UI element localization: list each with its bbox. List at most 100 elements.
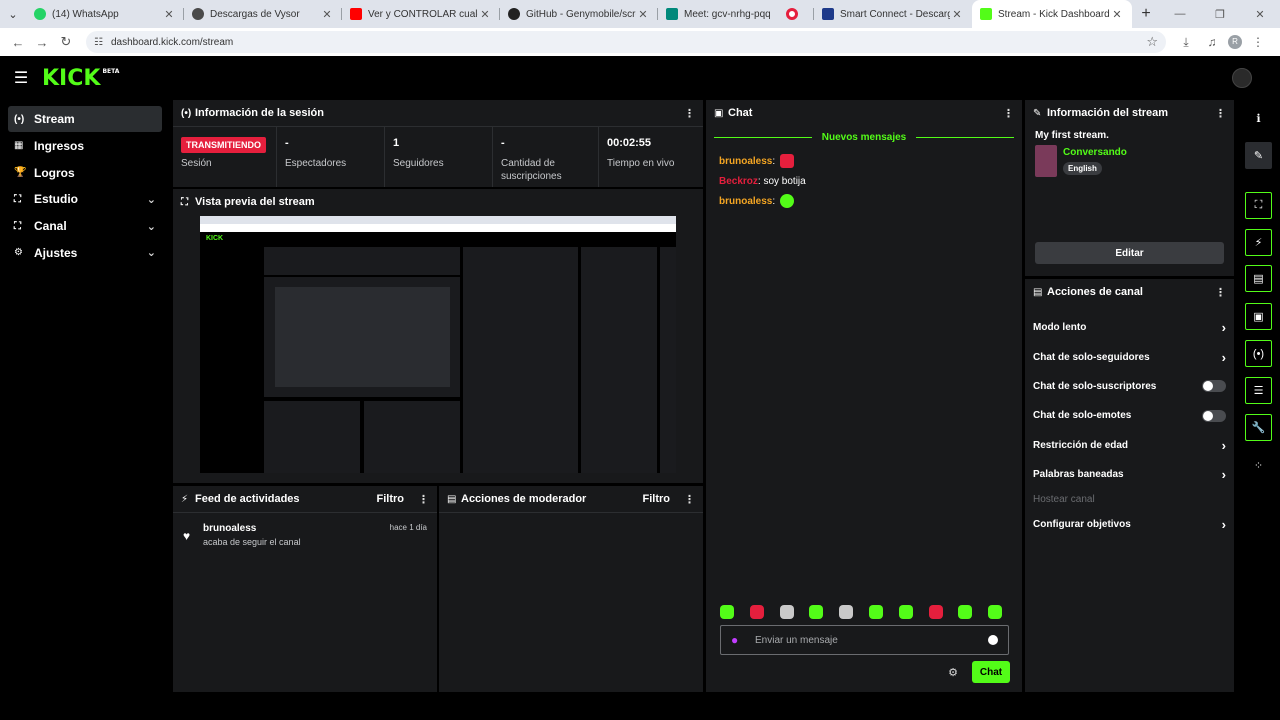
tab-search-chevron-icon[interactable]: ⌄ — [0, 0, 26, 28]
browser-tab-recording[interactable] — [778, 0, 814, 28]
preview-icon[interactable]: ⛶ — [1245, 192, 1272, 219]
pencil-icon[interactable]: ✎ — [1245, 142, 1272, 169]
emoji-picker-icon[interactable] — [988, 635, 998, 645]
reload-icon[interactable]: ↻ — [54, 30, 78, 54]
microphone-icon[interactable]: ● — [731, 633, 755, 647]
emote-icon[interactable] — [720, 605, 734, 619]
sidebar-item-stream[interactable]: (•) Stream — [8, 106, 162, 132]
emote-icon[interactable] — [898, 605, 913, 619]
beta-label: BETA — [102, 67, 120, 75]
apps-icon[interactable]: ⁘ — [1245, 452, 1272, 479]
browser-tab-smart-connect[interactable]: Smart Connect - Descargar e in ✕ — [814, 0, 972, 28]
chevron-right-icon: › — [1221, 516, 1226, 532]
minimize-icon[interactable]: — — [1160, 0, 1200, 28]
pencil-icon: ✎ — [1033, 107, 1042, 119]
maximize-icon[interactable]: ❐ — [1200, 0, 1240, 28]
send-chat-button[interactable]: Chat — [972, 661, 1010, 683]
new-messages-divider[interactable]: Nuevos mensajes — [714, 132, 1014, 143]
close-tab-icon[interactable]: ✕ — [162, 8, 176, 21]
edit-stream-button[interactable]: Editar — [1035, 242, 1224, 264]
chat-settings-gear-icon[interactable]: ⚙ — [948, 666, 958, 679]
emote-icon[interactable] — [749, 605, 764, 619]
close-tab-icon[interactable]: ✕ — [320, 8, 334, 21]
sidebar-item-canal[interactable]: ⛶ Canal ⌄ — [8, 213, 162, 239]
filter-button[interactable]: Filtro — [643, 493, 671, 505]
kick-header: ☰ KICK BETA — [0, 56, 1280, 100]
activity-feed-panel: ⚡ Feed de actividades Filtro ⋮ ♥ brunoal… — [173, 486, 437, 692]
preview-kick-logo: KICK — [206, 234, 224, 242]
close-tab-icon[interactable]: ✕ — [636, 8, 650, 21]
bolt-icon[interactable]: ⚡ — [1245, 229, 1272, 256]
forward-arrow-icon[interactable]: → — [30, 30, 54, 54]
close-tab-icon[interactable]: ✕ — [950, 8, 964, 21]
age-restriction-item[interactable]: Restricción de edad › — [1025, 431, 1234, 460]
chat-message: brunoaless: — [706, 151, 1022, 171]
subscribers-only-item: Chat de solo-suscriptores — [1025, 372, 1234, 401]
stream-preview-video[interactable]: KICK — [200, 216, 676, 473]
close-tab-icon[interactable]: ✕ — [1110, 8, 1124, 21]
bookmark-star-icon[interactable]: ☆ — [1146, 34, 1158, 50]
site-info-icon[interactable]: ☷ — [94, 37, 103, 48]
close-window-icon[interactable]: ✕ — [1240, 0, 1280, 28]
broadcast-icon[interactable]: (•) — [1245, 340, 1272, 367]
sidebar-item-ingresos[interactable]: ▦ Ingresos — [8, 133, 162, 159]
profile-avatar[interactable]: R — [1228, 35, 1242, 49]
stat-viewers: - Espectadores — [277, 127, 385, 187]
more-options-icon[interactable]: ⋮ — [418, 493, 429, 506]
browser-tab-vysor[interactable]: Descargas de Vysor ✕ — [184, 0, 342, 28]
chevron-right-icon: › — [1221, 437, 1226, 453]
more-options-icon[interactable]: ⋮ — [1215, 286, 1226, 299]
banned-words-item[interactable]: Palabras baneadas › — [1025, 460, 1234, 489]
stream-category[interactable]: Conversando — [1063, 147, 1127, 158]
bolt-icon: ⚡ — [181, 493, 189, 505]
list-icon[interactable]: ☰ — [1245, 377, 1272, 404]
trophy-icon: 🏆 — [14, 167, 27, 179]
more-options-icon[interactable]: ⋮ — [684, 107, 695, 120]
emote-icon[interactable] — [988, 605, 1003, 619]
stream-info-panel: ✎ Información del stream ⋮ My first stre… — [1025, 100, 1234, 276]
download-icon[interactable]: ⤓ — [1176, 35, 1196, 50]
subscribers-only-toggle[interactable] — [1202, 380, 1226, 393]
chat-bubble-icon[interactable]: ▣ — [1245, 303, 1272, 330]
chevron-down-icon: ⌄ — [146, 220, 156, 233]
emote-icon[interactable] — [809, 605, 824, 619]
stat-subscriptions: - Cantidad de suscripciones — [493, 127, 599, 187]
emote-icon[interactable] — [839, 605, 854, 619]
browser-tab-github[interactable]: GitHub - Genymobile/scrcpy: D ✕ — [500, 0, 658, 28]
close-tab-icon[interactable]: ✕ — [478, 8, 492, 21]
media-controls-icon[interactable]: ♫ — [1202, 35, 1222, 49]
slow-mode-item[interactable]: Modo lento › — [1025, 313, 1234, 342]
sidebar-item-ajustes[interactable]: ⚙ Ajustes ⌄ — [8, 240, 162, 266]
emote-icon[interactable] — [958, 605, 973, 619]
info-icon[interactable]: ℹ — [1245, 105, 1272, 132]
hamburger-menu-icon[interactable]: ☰ — [0, 68, 42, 88]
configure-goals-item[interactable]: Configurar objetivos › — [1025, 509, 1234, 538]
user-avatar[interactable] — [1232, 68, 1252, 88]
document-icon[interactable]: ▤ — [1245, 265, 1272, 292]
kick-logo[interactable]: KICK BETA — [42, 66, 119, 91]
browser-tab-whatsapp[interactable]: (14) WhatsApp ✕ — [26, 0, 184, 28]
feed-item: ♥ brunoaless acaba de seguir el canal ha… — [183, 523, 427, 547]
browser-tab-youtube[interactable]: Ver y CONTROLAR cualquier Al ✕ — [342, 0, 500, 28]
sidebar-item-logros[interactable]: 🏆 Logros — [8, 160, 162, 186]
browser-tab-kick-dashboard[interactable]: Stream - Kick Dashboard ✕ — [972, 0, 1132, 28]
address-bar[interactable]: ☷ dashboard.kick.com/stream ☆ — [86, 31, 1166, 53]
browser-tab-meet[interactable]: Meet: gcv-nrhg-pqq — [658, 0, 778, 28]
more-options-icon[interactable]: ⋮ — [1215, 107, 1226, 120]
category-thumbnail — [1035, 145, 1057, 177]
more-options-icon[interactable]: ⋮ — [684, 493, 695, 506]
broadcast-icon: (•) — [181, 107, 192, 119]
browser-menu-icon[interactable]: ⋮ — [1248, 35, 1268, 49]
emote-icon[interactable] — [928, 605, 943, 619]
new-tab-plus-icon[interactable]: + — [1132, 0, 1160, 28]
sidebar-item-estudio[interactable]: ⛶ Estudio ⌄ — [8, 186, 162, 212]
back-arrow-icon[interactable]: ← — [6, 30, 30, 54]
filter-button[interactable]: Filtro — [377, 493, 405, 505]
wrench-icon[interactable]: 🔧 — [1245, 414, 1272, 441]
followers-only-item[interactable]: Chat de solo-seguidores › — [1025, 342, 1234, 371]
chat-input[interactable]: ● Enviar un mensaje — [720, 625, 1009, 655]
emotes-only-toggle[interactable] — [1202, 409, 1226, 422]
emote-icon[interactable] — [779, 605, 794, 619]
emote-icon[interactable] — [868, 605, 883, 619]
more-options-icon[interactable]: ⋮ — [1003, 107, 1014, 120]
